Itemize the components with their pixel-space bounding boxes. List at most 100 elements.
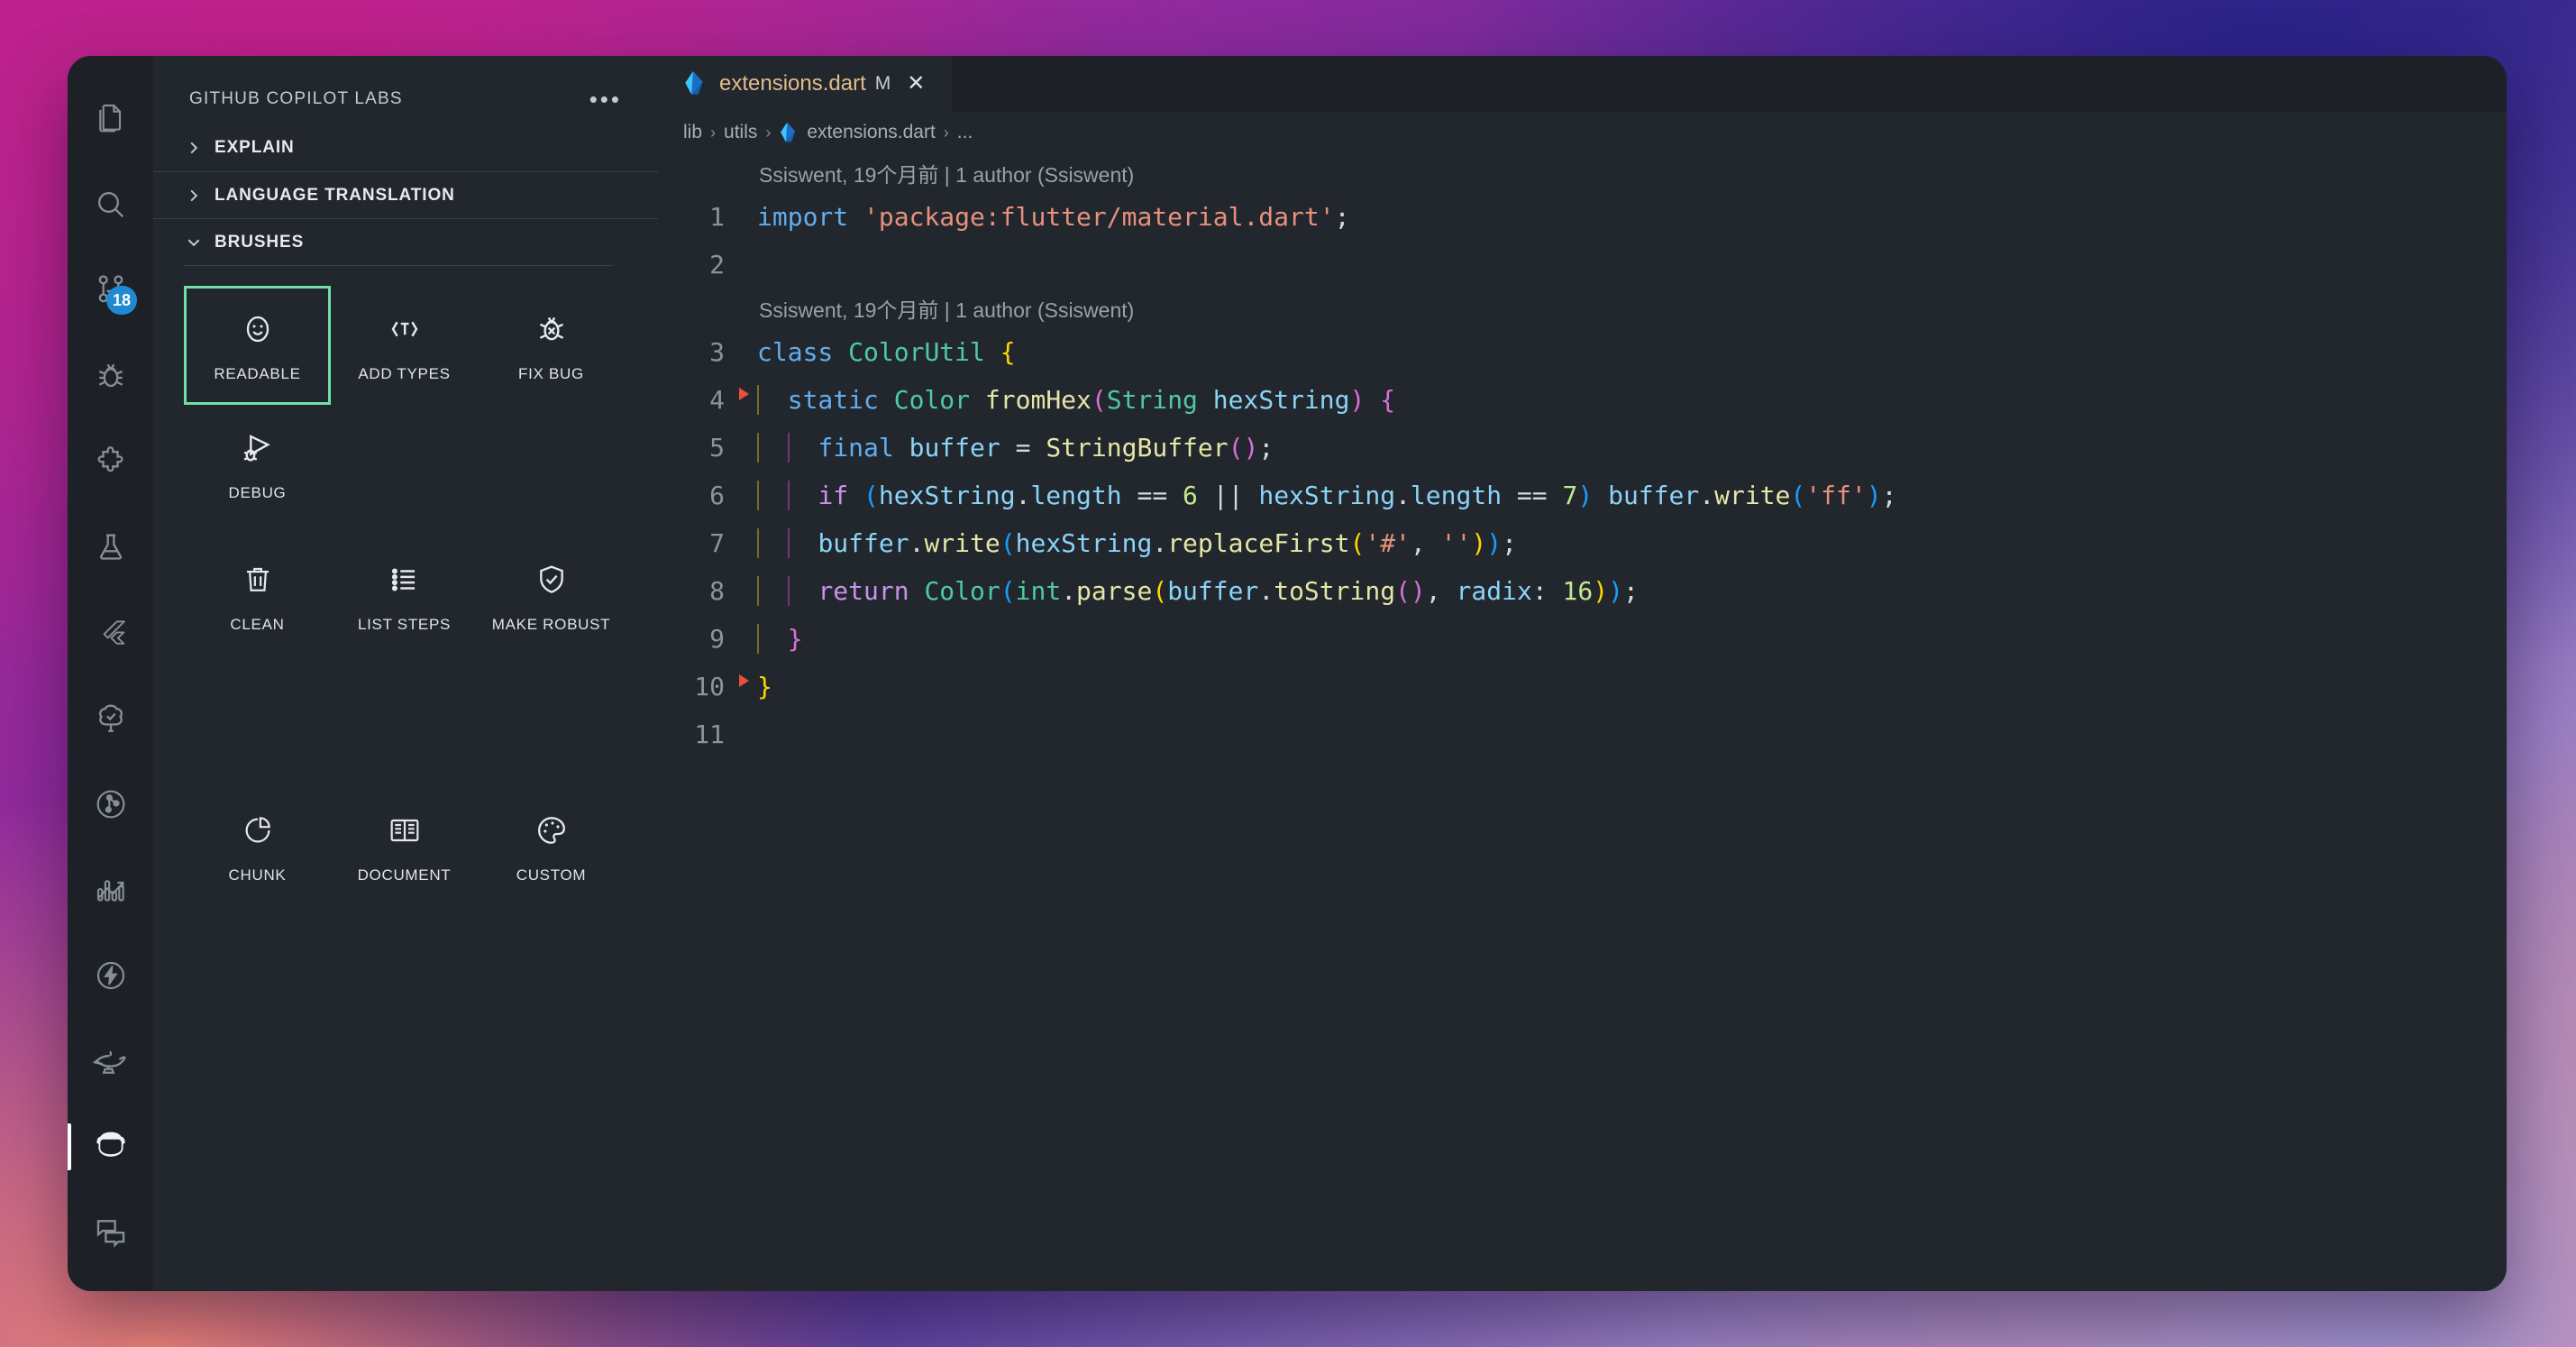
code-line[interactable]: 7 buffer.write(hexString.replaceFirst('#… bbox=[658, 519, 2507, 567]
brush-label: CLEAN bbox=[230, 616, 285, 633]
shield-check-icon bbox=[534, 558, 570, 601]
code-text: if (hexString.length == 6 || hexString.l… bbox=[757, 481, 1896, 510]
section-brushes[interactable]: BRUSHES bbox=[153, 218, 658, 265]
activity-item-run-and-debug[interactable] bbox=[68, 333, 153, 418]
code-line[interactable]: 6 if (hexString.length == 6 || hexString… bbox=[658, 472, 2507, 519]
activity-item-extensions[interactable] bbox=[68, 418, 153, 504]
code-line[interactable]: 1 import 'package:flutter/material.dart'… bbox=[658, 193, 2507, 241]
line-number: 1 bbox=[709, 202, 725, 232]
brush-custom[interactable]: CUSTOM bbox=[478, 787, 625, 906]
section-label: LANGUAGE TRANSLATION bbox=[215, 185, 455, 205]
brush-debug[interactable]: DEBUG bbox=[184, 405, 331, 524]
fold-marker-icon[interactable] bbox=[739, 387, 749, 400]
lightning-icon bbox=[93, 958, 129, 994]
activity-item-genie[interactable] bbox=[68, 1018, 153, 1104]
line-number: 10 bbox=[694, 672, 725, 701]
comments-icon bbox=[93, 1214, 129, 1251]
section-language-translation[interactable]: LANGUAGE TRANSLATION bbox=[153, 171, 658, 218]
tree-check-icon bbox=[93, 701, 129, 737]
brush-fix-bug[interactable]: FIX BUG bbox=[478, 286, 625, 405]
activity-item-flutter[interactable] bbox=[68, 590, 153, 675]
brush-label: READABLE bbox=[214, 365, 301, 382]
brush-row2-spacer bbox=[184, 655, 331, 774]
graph-circle-icon bbox=[93, 786, 129, 822]
close-icon[interactable]: ✕ bbox=[903, 73, 928, 95]
brush-row-gap bbox=[184, 774, 631, 787]
chevron-right-icon: › bbox=[765, 123, 772, 142]
smiley-icon bbox=[240, 307, 276, 351]
bug-play-icon bbox=[239, 426, 277, 470]
code-line[interactable]: 10 } bbox=[658, 663, 2507, 710]
tab-bar: extensions.dart M ✕ bbox=[658, 56, 2507, 112]
code-line[interactable]: 4 static Color fromHex(String hexString)… bbox=[658, 376, 2507, 424]
breadcrumb-item-file[interactable]: extensions.dart bbox=[807, 122, 935, 143]
brush-label: MAKE ROBUST bbox=[491, 616, 611, 633]
brush-label: CUSTOM bbox=[516, 866, 587, 884]
breadcrumb-item-utils[interactable]: utils bbox=[724, 122, 757, 143]
brush-list-steps[interactable]: LIST STEPS bbox=[331, 536, 478, 655]
activity-item-copilot-labs[interactable] bbox=[68, 1104, 153, 1189]
code-line[interactable]: 2 bbox=[658, 241, 2507, 289]
editor-area: extensions.dart M ✕ lib › utils › extens… bbox=[658, 56, 2507, 1291]
code-text: } bbox=[757, 672, 772, 701]
activity-item-performance[interactable] bbox=[68, 932, 153, 1018]
vscode-window: 18 GITHUB COPILOT LABS ••• EXPLAIN LANGU… bbox=[68, 56, 2507, 1291]
section-explain[interactable]: EXPLAIN bbox=[153, 124, 658, 171]
line-number: 11 bbox=[694, 719, 725, 749]
code-text: import 'package:flutter/material.dart'; bbox=[757, 202, 1350, 232]
activity-item-explorer[interactable] bbox=[68, 76, 153, 161]
add-types-icon bbox=[386, 307, 424, 351]
brush-readable[interactable]: READABLE bbox=[184, 286, 331, 405]
fold-marker-icon[interactable] bbox=[739, 674, 749, 687]
extensions-icon bbox=[93, 444, 129, 480]
dart-file-icon bbox=[683, 70, 707, 97]
copilot-labs-panel: GITHUB COPILOT LABS ••• EXPLAIN LANGUAGE… bbox=[153, 56, 658, 1291]
section-label: EXPLAIN bbox=[215, 138, 295, 157]
code-line[interactable]: 3 class ColorUtil { bbox=[658, 328, 2507, 376]
brush-make-robust[interactable]: MAKE ROBUST bbox=[478, 536, 625, 655]
search-icon bbox=[93, 187, 129, 223]
brush-add-types[interactable]: ADD TYPES bbox=[331, 286, 478, 405]
activity-item-dependency-tree[interactable] bbox=[68, 675, 153, 761]
brush-label: FIX BUG bbox=[518, 365, 584, 382]
tab-extensions-dart[interactable]: extensions.dart M ✕ bbox=[658, 56, 953, 112]
activity-bar: 18 bbox=[68, 56, 153, 1291]
brush-chunk[interactable]: CHUNK bbox=[184, 787, 331, 906]
chevron-right-icon bbox=[184, 186, 204, 206]
brush-label: ADD TYPES bbox=[358, 365, 451, 382]
activity-item-search[interactable] bbox=[68, 161, 153, 247]
chart-arrow-icon bbox=[93, 872, 129, 908]
list-icon bbox=[388, 558, 422, 601]
activity-item-call-graph[interactable] bbox=[68, 761, 153, 847]
breadcrumb-item-lib[interactable]: lib bbox=[683, 122, 702, 143]
chevron-down-icon bbox=[184, 233, 204, 252]
breadcrumb-item-symbol[interactable]: ... bbox=[957, 122, 973, 143]
activity-item-analytics[interactable] bbox=[68, 847, 153, 932]
activity-item-comments[interactable] bbox=[68, 1189, 153, 1275]
brush-clean[interactable]: CLEAN bbox=[184, 536, 331, 655]
source-control-badge: 18 bbox=[105, 286, 137, 315]
code-line[interactable]: 8 return Color(int.parse(buffer.toString… bbox=[658, 567, 2507, 615]
line-number: 9 bbox=[709, 624, 725, 654]
copilot-icon bbox=[91, 1127, 131, 1167]
lamp-icon bbox=[92, 1042, 130, 1080]
brush-document[interactable]: DOCUMENT bbox=[331, 787, 478, 906]
panel-title: GITHUB COPILOT LABS bbox=[189, 89, 403, 108]
tab-modified-badge: M bbox=[874, 73, 891, 94]
code-line[interactable]: 5 final buffer = StringBuffer(); bbox=[658, 424, 2507, 472]
code-line[interactable]: 9 } bbox=[658, 615, 2507, 663]
code-line[interactable]: 11 bbox=[658, 710, 2507, 758]
dart-file-icon bbox=[779, 122, 799, 144]
chevron-right-icon: › bbox=[710, 123, 717, 142]
code-editor[interactable]: Ssiswent, 19个月前 | 1 author (Ssiswent) 1 … bbox=[658, 153, 2507, 1291]
brush-label: DEBUG bbox=[228, 484, 287, 501]
activity-item-source-control[interactable]: 18 bbox=[68, 247, 153, 333]
activity-item-testing[interactable] bbox=[68, 504, 153, 590]
brush-row-gap bbox=[184, 524, 631, 536]
flutter-icon bbox=[93, 615, 129, 651]
beaker-icon bbox=[93, 529, 129, 565]
breadcrumb: lib › utils › extensions.dart › ... bbox=[658, 112, 2507, 153]
more-actions-icon[interactable]: ••• bbox=[580, 87, 631, 111]
line-number: 3 bbox=[709, 337, 725, 367]
code-text: return Color(int.parse(buffer.toString()… bbox=[757, 576, 1639, 606]
